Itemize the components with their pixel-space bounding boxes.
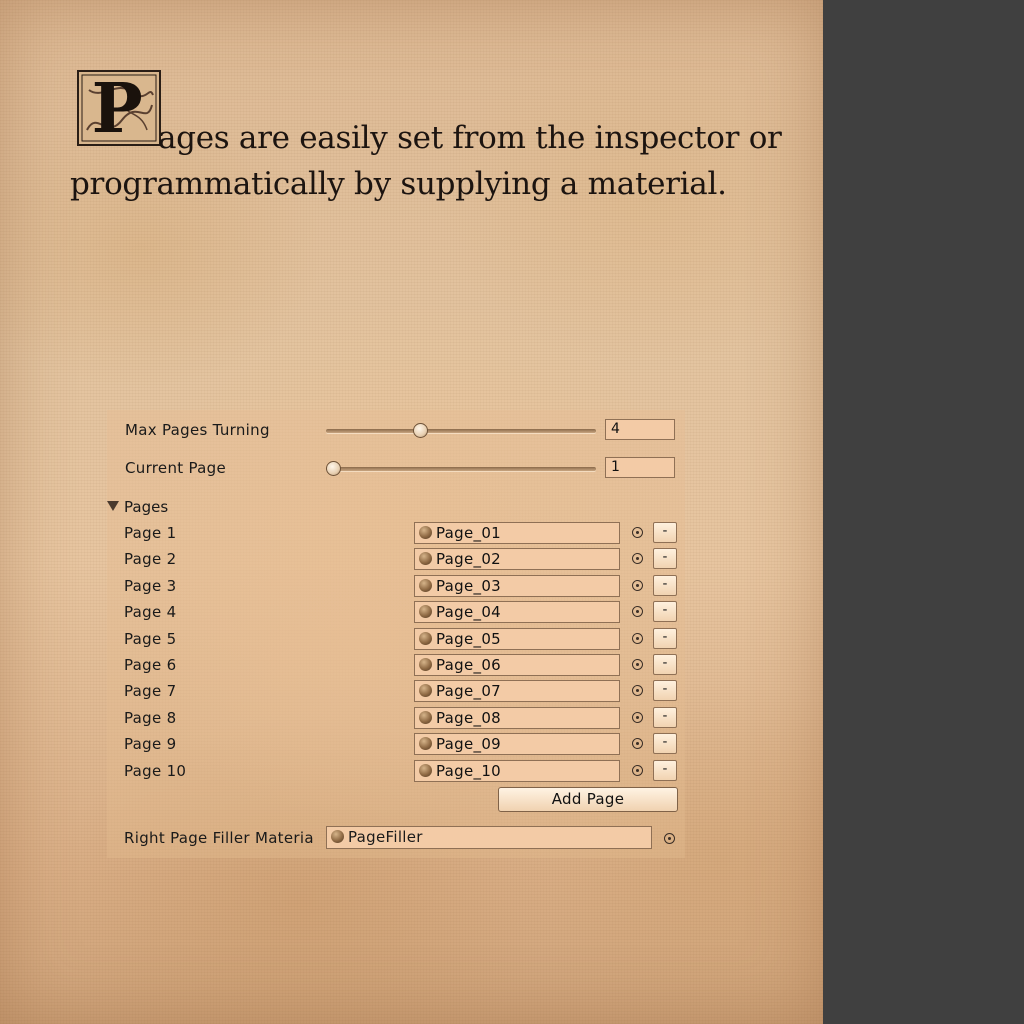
remove-page-button[interactable]: - bbox=[653, 654, 677, 675]
material-sphere-icon bbox=[419, 632, 432, 645]
page-row-label: Page 3 bbox=[124, 577, 177, 595]
right-page-filler-label: Right Page Filler Materia bbox=[124, 829, 314, 847]
material-sphere-icon bbox=[419, 526, 432, 539]
page-material-field[interactable]: Page_09 bbox=[414, 733, 620, 755]
current-page-slider[interactable] bbox=[326, 461, 596, 476]
object-picker-icon[interactable] bbox=[632, 712, 643, 723]
pages-foldout[interactable]: Pages bbox=[107, 498, 168, 516]
current-page-slider-thumb[interactable] bbox=[326, 461, 341, 476]
remove-page-button[interactable]: - bbox=[653, 733, 677, 754]
material-sphere-icon bbox=[419, 579, 432, 592]
material-sphere-icon bbox=[419, 605, 432, 618]
add-page-button[interactable]: Add Page bbox=[498, 787, 678, 812]
material-sphere-icon bbox=[419, 711, 432, 724]
page-row-label: Page 10 bbox=[124, 762, 187, 780]
dropcap-icon: P bbox=[77, 70, 161, 146]
page-material-field[interactable]: Page_10 bbox=[414, 760, 620, 782]
page-material-field[interactable]: Page_06 bbox=[414, 654, 620, 676]
material-sphere-icon bbox=[419, 658, 432, 671]
object-picker-icon[interactable] bbox=[632, 527, 643, 538]
object-picker-icon[interactable] bbox=[632, 765, 643, 776]
object-picker-icon[interactable] bbox=[632, 580, 643, 591]
material-sphere-icon bbox=[419, 552, 432, 565]
right-page-filler-value: PageFiller bbox=[348, 828, 423, 846]
page-material-value: Page_07 bbox=[436, 682, 502, 700]
page-material-field[interactable]: Page_02 bbox=[414, 548, 620, 570]
page-material-value: Page_03 bbox=[436, 577, 502, 595]
page-row-label: Page 5 bbox=[124, 630, 177, 648]
foldout-triangle-icon[interactable] bbox=[107, 501, 119, 511]
current-page-label: Current Page bbox=[125, 459, 227, 477]
inspector-panel: Max Pages Turning 4 Current Page 1 Pages… bbox=[107, 410, 685, 858]
pages-foldout-label: Pages bbox=[124, 498, 169, 516]
page-material-value: Page_02 bbox=[436, 550, 502, 568]
object-picker-icon[interactable] bbox=[632, 659, 643, 670]
page-material-field[interactable]: Page_08 bbox=[414, 707, 620, 729]
remove-page-button[interactable]: - bbox=[653, 680, 677, 701]
remove-page-button[interactable]: - bbox=[653, 628, 677, 649]
page-material-value: Page_05 bbox=[436, 630, 502, 648]
page-material-value: Page_04 bbox=[436, 603, 502, 621]
object-picker-icon[interactable] bbox=[632, 685, 643, 696]
page-material-value: Page_09 bbox=[436, 735, 502, 753]
object-picker-icon[interactable] bbox=[632, 553, 643, 564]
remove-page-button[interactable]: - bbox=[653, 548, 677, 569]
max-pages-turning-slider[interactable] bbox=[326, 423, 596, 438]
max-pages-turning-label: Max Pages Turning bbox=[125, 421, 270, 439]
page-row-label: Page 7 bbox=[124, 682, 177, 700]
page-material-value: Page_10 bbox=[436, 762, 502, 780]
page-material-value: Page_06 bbox=[436, 656, 502, 674]
page-material-value: Page_01 bbox=[436, 524, 502, 542]
right-page-filler-field[interactable]: PageFiller bbox=[326, 826, 652, 849]
page-row-label: Page 9 bbox=[124, 735, 177, 753]
material-sphere-icon bbox=[331, 830, 344, 843]
object-picker-icon[interactable] bbox=[632, 633, 643, 644]
material-sphere-icon bbox=[419, 737, 432, 750]
page-material-field[interactable]: Page_07 bbox=[414, 680, 620, 702]
remove-page-button[interactable]: - bbox=[653, 601, 677, 622]
page-material-field[interactable]: Page_04 bbox=[414, 601, 620, 623]
page-row-label: Page 8 bbox=[124, 709, 177, 727]
object-picker-icon[interactable] bbox=[664, 833, 675, 844]
page-row-label: Page 4 bbox=[124, 603, 177, 621]
page-row-label: Page 1 bbox=[124, 524, 177, 542]
object-picker-icon[interactable] bbox=[632, 606, 643, 617]
material-sphere-icon bbox=[419, 764, 432, 777]
page-material-field[interactable]: Page_01 bbox=[414, 522, 620, 544]
remove-page-button[interactable]: - bbox=[653, 522, 677, 543]
page-material-field[interactable]: Page_05 bbox=[414, 628, 620, 650]
page-material-field[interactable]: Page_03 bbox=[414, 575, 620, 597]
intro-line-2: programmatically by supplying a material… bbox=[70, 166, 727, 202]
current-page-field[interactable]: 1 bbox=[605, 457, 675, 478]
page-row-label: Page 6 bbox=[124, 656, 177, 674]
svg-text:P: P bbox=[92, 70, 143, 146]
max-pages-turning-field[interactable]: 4 bbox=[605, 419, 675, 440]
remove-page-button[interactable]: - bbox=[653, 707, 677, 728]
max-pages-turning-slider-thumb[interactable] bbox=[413, 423, 428, 438]
material-sphere-icon bbox=[419, 684, 432, 697]
intro-line-1: ages are easily set from the inspector o… bbox=[158, 120, 782, 156]
object-picker-icon[interactable] bbox=[632, 738, 643, 749]
page-material-value: Page_08 bbox=[436, 709, 502, 727]
book-page: P ages are easily set from the inspector… bbox=[0, 0, 823, 1024]
remove-page-button[interactable]: - bbox=[653, 760, 677, 781]
side-panel bbox=[823, 0, 1024, 1024]
remove-page-button[interactable]: - bbox=[653, 575, 677, 596]
page-row-label: Page 2 bbox=[124, 550, 177, 568]
